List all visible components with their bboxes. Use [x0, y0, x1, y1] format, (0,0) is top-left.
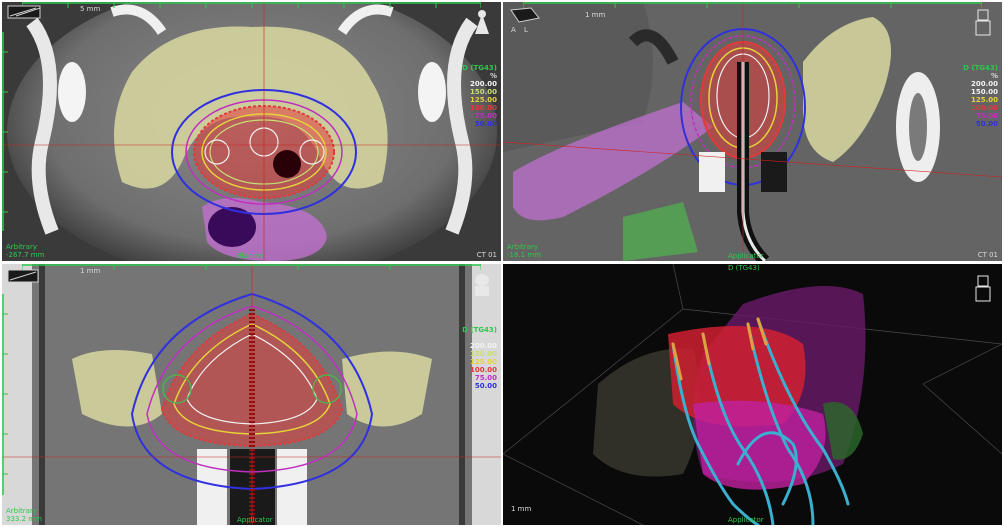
slice-position: Arbitrary -16.1 mm: [507, 243, 541, 259]
patient-orientation-icon: [475, 10, 489, 34]
isodose-75: 75.00: [975, 112, 998, 120]
plane-offset: 333.2 mm: [6, 515, 42, 523]
isodose-150: 150.00: [469, 88, 497, 96]
orientation-a: A: [511, 26, 516, 34]
slice-orientation-icon[interactable]: [6, 266, 42, 288]
left-ruler: [2, 294, 8, 495]
isodose-50: 50.00: [474, 120, 497, 128]
structure-label: Applicator: [728, 516, 764, 524]
isodose-legend: D (TG43) % 200.00 150.00 125.00 100.00 7…: [462, 64, 497, 128]
scale-label: 1 mm: [585, 11, 606, 19]
isodose-200: 200.00: [469, 80, 497, 88]
legend-unit: %: [489, 72, 497, 80]
axial-ct-image: [2, 2, 501, 261]
plane-type: Arbitrary: [6, 507, 37, 515]
isodose-125: 125.00: [469, 358, 497, 366]
structure-label: Applicator: [237, 516, 273, 524]
plane-type: Arbitrary: [507, 243, 538, 251]
isodose-50: 50.00: [474, 382, 497, 390]
plane-type: Arbitrary: [6, 243, 37, 251]
orientation-letters: A L: [511, 26, 528, 34]
isodose-100: 100.00: [970, 104, 998, 112]
top-ruler: [523, 2, 982, 8]
isodose-150: 150.00: [469, 350, 497, 358]
legend-header: D (TG43): [462, 64, 497, 72]
series-label: CT 01: [476, 251, 497, 259]
scale-label: 1 mm: [80, 267, 101, 275]
scale-label: 5 mm: [80, 5, 101, 13]
scale-label: 1 mm: [511, 505, 532, 513]
isodose-100: 100.00: [469, 104, 497, 112]
series-label: CT 01: [977, 251, 998, 259]
slice-position: Arbitrary -267.7 mm: [6, 243, 44, 259]
isodose-125: 125.00: [970, 96, 998, 104]
slice-orientation-icon[interactable]: [6, 4, 42, 26]
coronal-ct-image: [2, 264, 501, 525]
isodose-75: 75.00: [474, 112, 497, 120]
series-label: CT 01: [476, 515, 497, 523]
structure-label: Bladder: [237, 252, 265, 260]
isodose-200: 200.00: [469, 342, 497, 350]
isodose-100: 100.00: [469, 366, 497, 374]
plane-offset: -267.7 mm: [6, 251, 45, 259]
isodose-75: 75.00: [474, 374, 497, 382]
legend-unit: %: [489, 334, 497, 342]
isodose-200: 200.00: [970, 80, 998, 88]
orientation-l: L: [524, 26, 528, 34]
dose-label: D (TG43): [728, 264, 760, 272]
patient-orientation-icon: [975, 9, 991, 36]
axial-viewport[interactable]: 5 mm D (TG43) % 200.00 150.00 125.00 100…: [2, 2, 501, 261]
coronal-viewport[interactable]: 1 mm D (TG43) % 200.00 150.00 125.00 100…: [2, 264, 501, 525]
render3d-scene: [503, 264, 1002, 525]
legend-header: D (TG43): [963, 64, 998, 72]
isodose-legend: D (TG43) % 200.00 150.00 125.00 100.00 7…: [462, 326, 497, 390]
isodose-125: 125.00: [469, 96, 497, 104]
render3d-viewport[interactable]: D (TG43) 1 mm Applicator: [503, 264, 1002, 525]
patient-orientation-icon: [475, 274, 489, 296]
isodose-legend: D (TG43) % 200.00 150.00 125.00 100.00 7…: [963, 64, 998, 128]
plane-offset: -16.1 mm: [507, 251, 541, 259]
legend-header: D (TG43): [462, 326, 497, 334]
isodose-50: 50.00: [975, 120, 998, 128]
legend-unit: %: [990, 72, 998, 80]
left-ruler: [2, 32, 8, 231]
treatment-planning-window: 5 mm D (TG43) % 200.00 150.00 125.00 100…: [0, 0, 1004, 527]
isodose-150: 150.00: [970, 88, 998, 96]
slice-position: Arbitrary 333.2 mm: [6, 507, 42, 523]
sagittal-viewport[interactable]: A L 1 mm D (TG43) % 200.00 150.00 125.00…: [503, 2, 1002, 261]
slice-orientation-icon[interactable]: [507, 4, 543, 26]
structure-label: Applicator: [728, 252, 764, 260]
sagittal-ct-image: [503, 2, 1002, 261]
patient-orientation-icon: [975, 275, 991, 302]
